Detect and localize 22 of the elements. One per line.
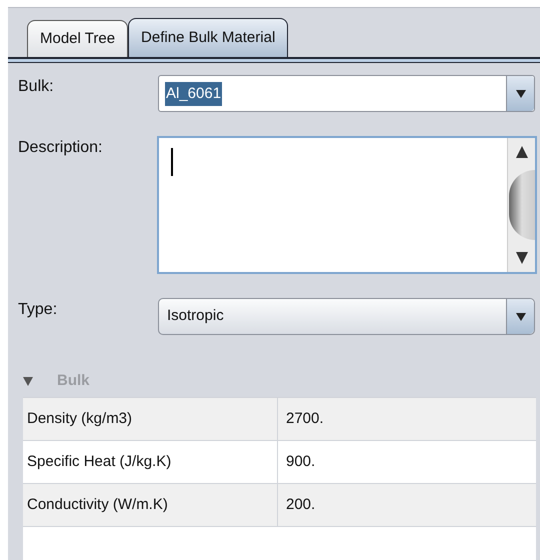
scrollbar[interactable] [507,138,535,272]
field-label: Description: [17,138,104,158]
dropdown-value: Isotropic [167,306,224,326]
section-title: Bulk [57,370,90,391]
dropdown[interactable]: Isotropic [158,298,535,335]
table-cell: Density (kg/m3) [23,398,278,440]
tab[interactable]: Define Bulk Material [128,18,288,57]
field-label: Type: [17,300,58,320]
tab[interactable]: Model Tree [27,20,128,57]
table-cell[interactable]: 200. [278,484,536,526]
dropdown-value: Al_6061 [165,82,222,106]
table-cell[interactable]: 900. [278,441,536,483]
table-cell: Conductivity (W/m.K) [23,484,278,526]
scroll-up-icon[interactable] [516,146,528,158]
table-cell[interactable]: 2700. [278,398,536,440]
description-field[interactable] [157,136,537,274]
scroll-down-icon[interactable] [516,252,528,264]
dropdown[interactable]: Al_6061 [158,75,535,112]
table-cell: Specific Heat (J/kg.K) [23,441,278,483]
field-label: Bulk: [17,77,55,97]
text-cursor [171,148,172,176]
expand-arrow-icon[interactable] [23,376,33,386]
